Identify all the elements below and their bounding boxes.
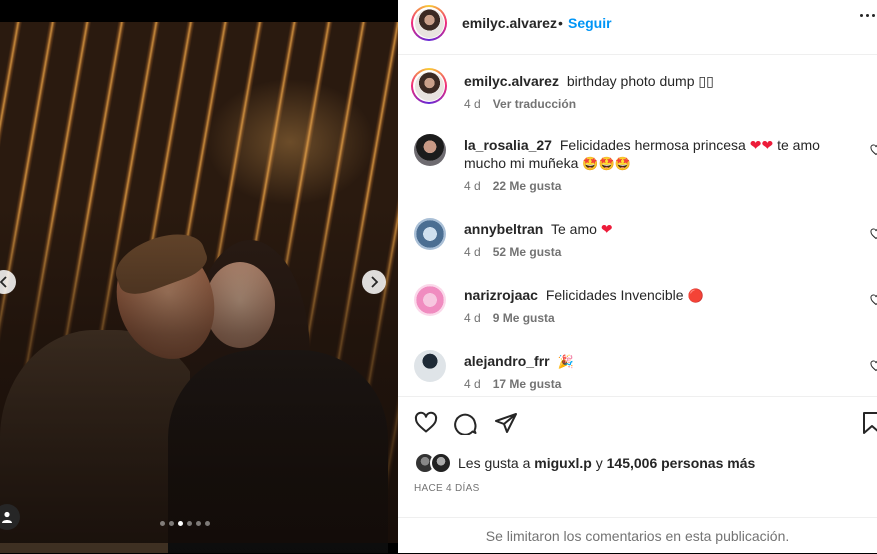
comment-likes[interactable]: 17 Me gusta <box>493 377 562 391</box>
heart-emoji: ❤ <box>600 221 613 237</box>
commenter-avatar[interactable] <box>414 134 446 166</box>
comment-username[interactable]: alejandro_frr <box>464 353 550 369</box>
bookmark-icon[interactable] <box>860 411 877 435</box>
liker-avatar[interactable] <box>430 452 452 474</box>
share-icon[interactable] <box>494 411 518 435</box>
caption-avatar[interactable] <box>411 68 447 104</box>
comment-time[interactable]: 4 d <box>464 311 481 325</box>
comment-text: Felicidades Invencible <box>545 287 684 303</box>
commenter-avatar[interactable] <box>414 218 446 250</box>
post-header: emilyc.alvarez • Seguir <box>398 0 877 55</box>
carousel-next-button[interactable] <box>362 270 386 294</box>
comments-disabled-notice: Se limitaron los comentarios en esta pub… <box>398 517 877 554</box>
author-username[interactable]: emilyc.alvarez <box>462 15 557 31</box>
comment-username[interactable]: narizrojaac <box>464 287 538 303</box>
comment-text-line: alejandro_frr 🎉 <box>464 352 834 371</box>
commenter-avatar[interactable] <box>414 284 446 316</box>
comment-username[interactable]: la_rosalia_27 <box>464 137 552 153</box>
comment-text-line: annybeltran Te amo ❤ <box>464 220 834 238</box>
chevron-left-icon <box>0 276 7 288</box>
chevron-right-icon <box>371 276 379 288</box>
carousel-dot <box>160 521 165 526</box>
star-eyes-emoji: 🤩🤩🤩 <box>582 156 631 171</box>
comment-time[interactable]: 4 d <box>464 179 481 193</box>
avatar-image <box>414 71 444 101</box>
caption-text: birthday photo dump ▯▯ <box>566 73 714 89</box>
comment-text-line: la_rosalia_27 Felicidades hermosa prince… <box>464 136 834 173</box>
likes-user-link[interactable]: miguxl.p <box>534 455 592 471</box>
like-comment-heart-icon[interactable] <box>870 294 877 306</box>
heart-emoji: ❤❤ <box>749 137 774 153</box>
comment-icon[interactable] <box>454 411 478 435</box>
comments-list[interactable]: emilyc.alvarez birthday photo dump ▯▯ 4 … <box>398 55 877 395</box>
header-separator: • <box>558 15 563 31</box>
party-popper-emoji: 🎉 <box>557 354 574 369</box>
red-circle-emoji: 🔴 <box>687 288 704 303</box>
comment-meta: 4 d 52 Me gusta <box>464 245 561 259</box>
follow-button[interactable]: Seguir <box>568 15 612 31</box>
caption-text-line: emilyc.alvarez birthday photo dump ▯▯ <box>464 72 834 90</box>
heart-outline-icon[interactable] <box>414 411 438 435</box>
avatar-image <box>414 8 444 38</box>
caption-meta: 4 d Ver traducción <box>464 97 576 111</box>
caption-time[interactable]: 4 d <box>464 97 481 111</box>
likes-joiner: y <box>595 455 603 471</box>
carousel-dot <box>187 521 192 526</box>
comment-meta: 4 d 9 Me gusta <box>464 311 555 325</box>
more-options-icon[interactable] <box>860 14 875 17</box>
likes-prefix: Les gusta a <box>458 455 531 471</box>
caption-username[interactable]: emilyc.alvarez <box>464 73 559 89</box>
comment-meta: 4 d 17 Me gusta <box>464 377 561 391</box>
comment-time[interactable]: 4 d <box>464 377 481 391</box>
like-comment-heart-icon[interactable] <box>870 144 877 156</box>
comment-text: Te amo <box>551 221 597 237</box>
comment-text-line: narizrojaac Felicidades Invencible 🔴 <box>464 286 834 305</box>
likes-summary: Les gusta a miguxl.p y 145,006 personas … <box>414 452 755 474</box>
likes-text: Les gusta a miguxl.p y 145,006 personas … <box>458 455 755 471</box>
comment-username[interactable]: annybeltran <box>464 221 543 237</box>
comment-likes[interactable]: 22 Me gusta <box>493 179 562 193</box>
carousel-dot <box>169 521 174 526</box>
comment-likes[interactable]: 52 Me gusta <box>493 245 562 259</box>
carousel-indicator <box>160 521 210 526</box>
post-image-area <box>0 0 398 553</box>
translate-link[interactable]: Ver traducción <box>493 97 576 111</box>
photo-shade <box>0 22 398 543</box>
post-date[interactable]: HACE 4 DÍAS <box>414 483 480 494</box>
post-side-panel: emilyc.alvarez • Seguir emilyc.alvarez b… <box>398 0 877 553</box>
comment-likes[interactable]: 9 Me gusta <box>493 311 555 325</box>
comment-text: Felicidades hermosa princesa <box>559 137 746 153</box>
like-comment-heart-icon[interactable] <box>870 228 877 240</box>
comment-meta: 4 d 22 Me gusta <box>464 179 561 193</box>
author-avatar[interactable] <box>411 5 447 41</box>
tag-person-icon <box>2 511 12 523</box>
likes-count-link[interactable]: 145,006 personas más <box>607 455 756 471</box>
like-comment-heart-icon[interactable] <box>870 360 877 372</box>
carousel-dot <box>196 521 201 526</box>
action-bar <box>398 396 877 455</box>
carousel-dot <box>205 521 210 526</box>
commenter-avatar[interactable] <box>414 350 446 382</box>
carousel-dot-active <box>178 521 183 526</box>
comment-time[interactable]: 4 d <box>464 245 481 259</box>
